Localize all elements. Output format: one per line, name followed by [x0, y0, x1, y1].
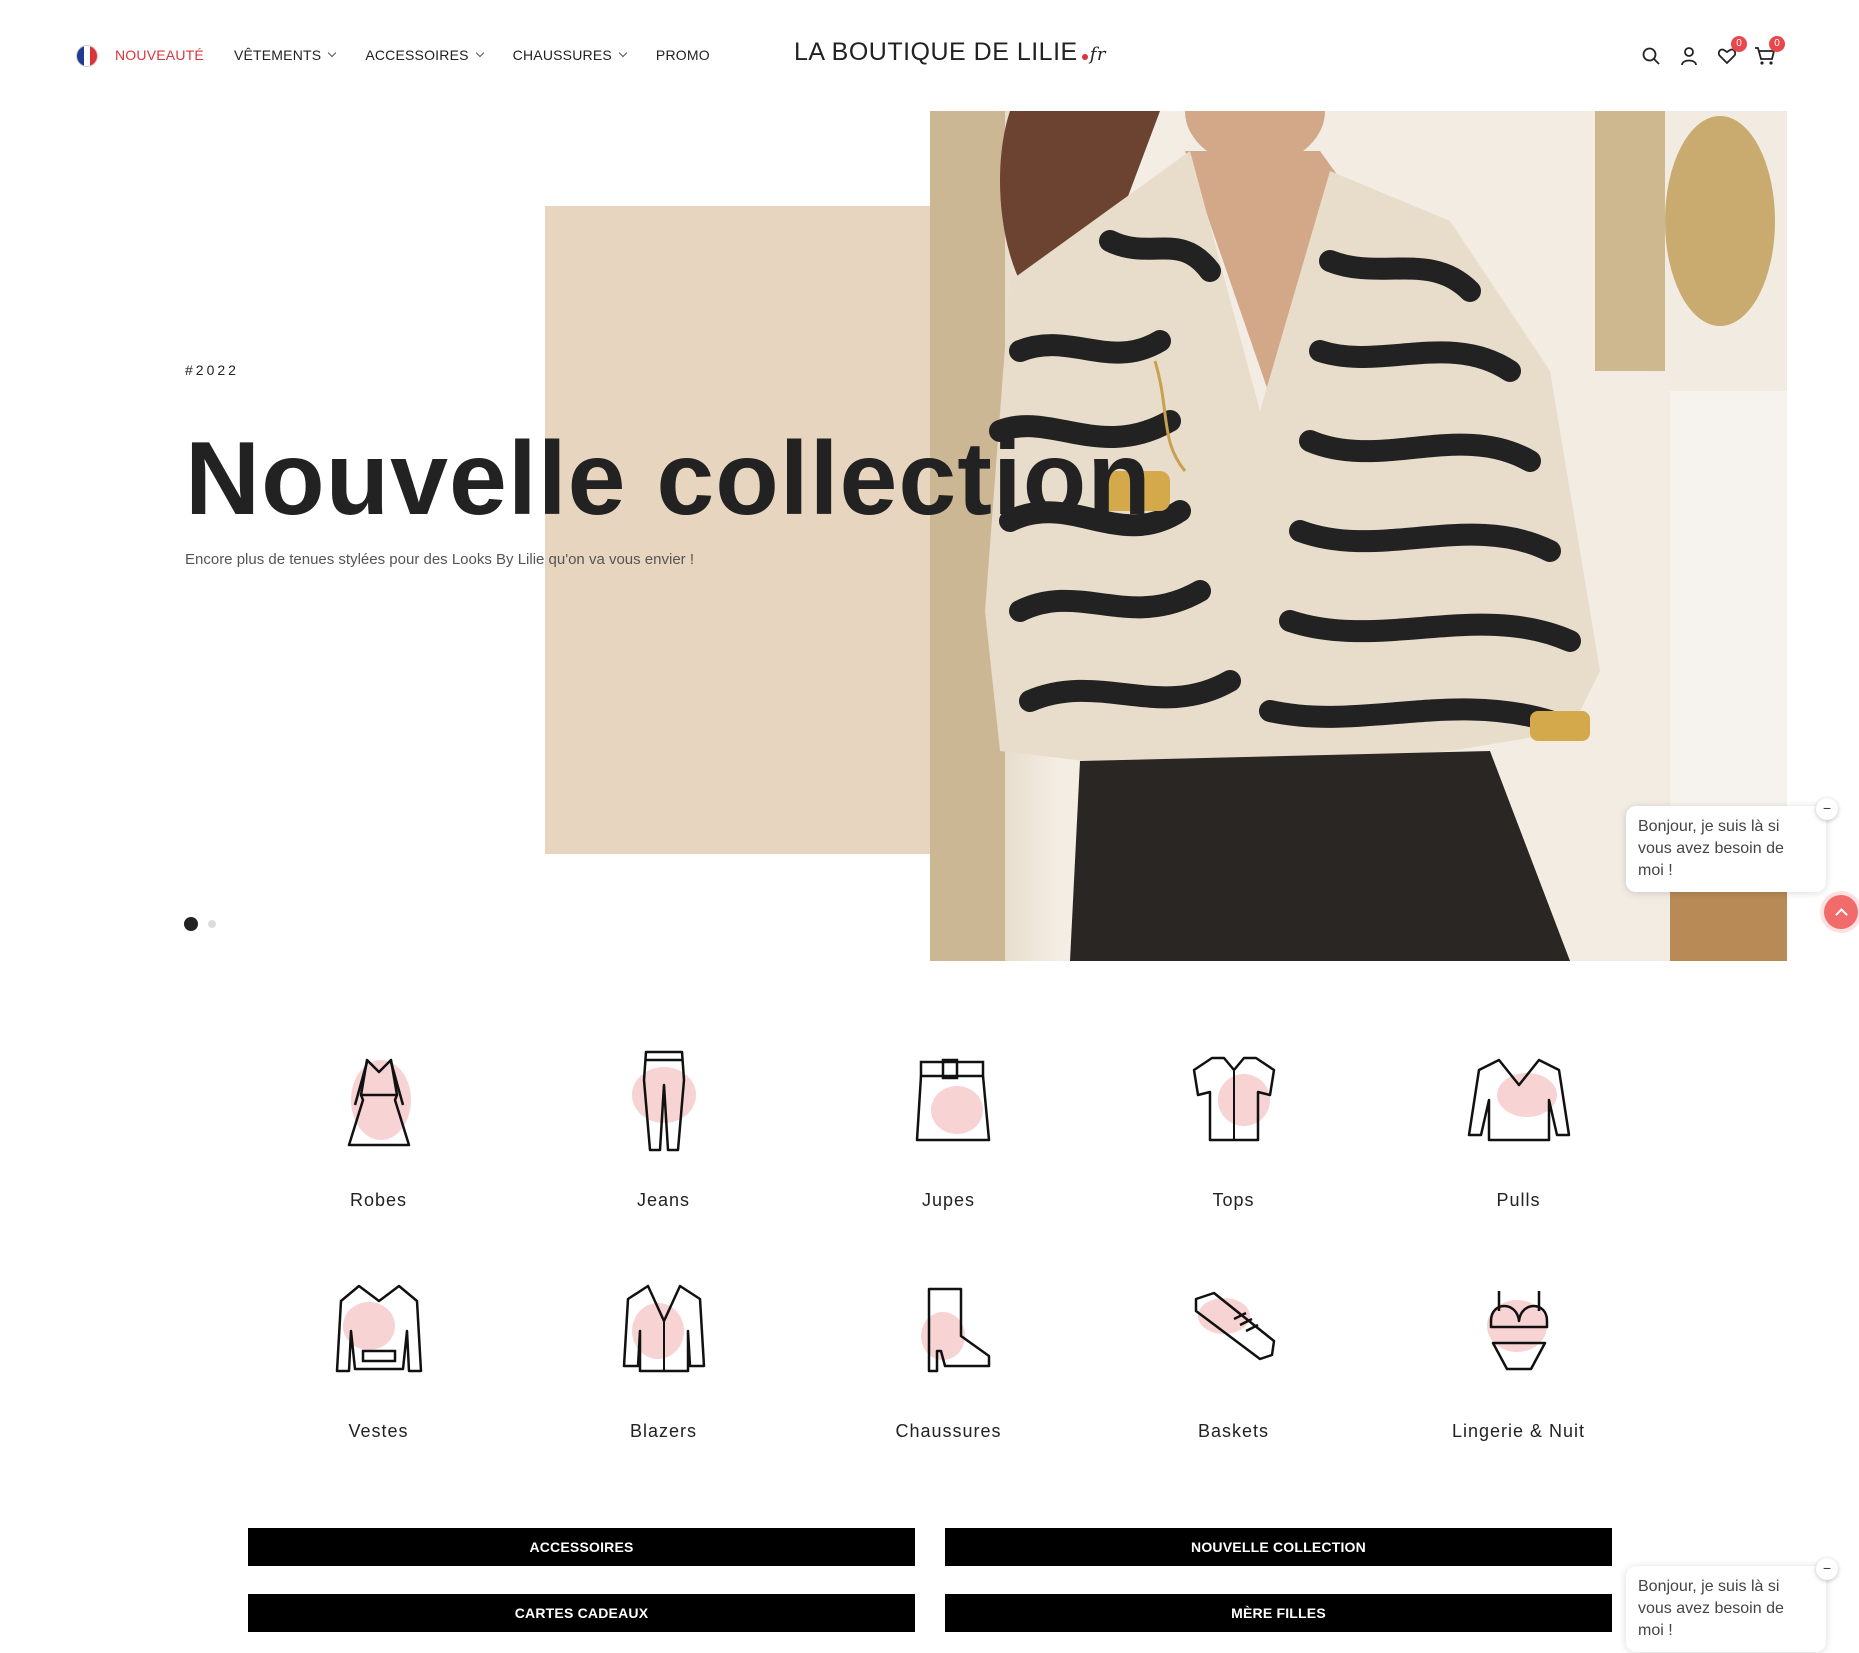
- category-robes[interactable]: Robes: [236, 1040, 521, 1211]
- slider-dot[interactable]: [208, 920, 216, 928]
- category-label: Chaussures: [895, 1421, 1002, 1441]
- category-label: Jeans: [636, 1190, 691, 1210]
- nav-item-promo[interactable]: PROMO: [656, 47, 710, 63]
- category-label: Pulls: [1496, 1190, 1541, 1210]
- category-grid: Robes Jeans Jupes Tops Pulls Vestes Blaz…: [236, 1040, 1661, 1442]
- category-label: Jupes: [921, 1190, 976, 1210]
- chevron-down-icon: [328, 48, 337, 58]
- category-label: Lingerie & Nuit: [1451, 1421, 1586, 1441]
- nouvelle-collection-button[interactable]: NOUVELLE COLLECTION: [945, 1528, 1612, 1566]
- category-lingerie-nuit[interactable]: Lingerie & Nuit: [1376, 1271, 1661, 1442]
- chat-close-button[interactable]: −: [1816, 1558, 1838, 1580]
- category-blazers[interactable]: Blazers: [521, 1271, 806, 1442]
- cartes-cadeaux-button[interactable]: CARTES CADEAUX: [248, 1594, 915, 1632]
- chevron-up-icon: [1834, 907, 1848, 921]
- logo-suffix: fr: [1089, 44, 1106, 65]
- category-label: Robes: [349, 1190, 408, 1210]
- category-baskets[interactable]: Baskets: [1091, 1271, 1376, 1442]
- chat-close-button[interactable]: −: [1816, 798, 1838, 820]
- nav-item-vetements[interactable]: VÊTEMENTS: [234, 47, 337, 63]
- chat-message: Bonjour, je suis là si vous avez besoin …: [1638, 1578, 1784, 1639]
- skirt-icon: [915, 1058, 990, 1142]
- hero-subtitle: Encore plus de tenues stylées pour des L…: [185, 551, 694, 568]
- category-pulls[interactable]: Pulls: [1376, 1040, 1661, 1211]
- nav-item-accessoires[interactable]: ACCESSOIRES: [365, 47, 484, 63]
- chevron-down-icon: [475, 48, 484, 58]
- nav-item-chaussures[interactable]: CHAUSSURES: [513, 47, 628, 63]
- header-icons: 0 0: [1627, 36, 1785, 70]
- category-jupes[interactable]: Jupes: [806, 1040, 1091, 1211]
- wishlist-count-badge: 0: [1731, 36, 1747, 52]
- main-nav: NOUVEAUTÉ VÊTEMENTS ACCESSOIRES CHAUSSUR…: [115, 47, 740, 63]
- sweater-icon: [1467, 1058, 1570, 1142]
- category-label: Blazers: [629, 1421, 698, 1441]
- chevron-down-icon: [618, 48, 628, 58]
- wishlist-icon[interactable]: 0: [1713, 36, 1747, 70]
- cart-count-badge: 0: [1769, 36, 1785, 52]
- nav-item-nouveaute[interactable]: NOUVEAUTÉ: [115, 47, 204, 63]
- french-flag-icon[interactable]: [76, 45, 98, 67]
- hero-hashtag: #2022: [185, 362, 239, 378]
- site-header: NOUVEAUTÉ VÊTEMENTS ACCESSOIRES CHAUSSUR…: [0, 0, 1859, 110]
- category-label: Tops: [1212, 1190, 1255, 1210]
- chat-message: Bonjour, je suis là si vous avez besoin …: [1638, 818, 1784, 879]
- category-chaussures[interactable]: Chaussures: [806, 1271, 1091, 1442]
- logo-dot: [1081, 54, 1088, 60]
- close-icon: −: [1822, 1560, 1832, 1576]
- category-label: Baskets: [1197, 1421, 1270, 1441]
- dress-icon: [347, 1058, 411, 1147]
- logo-text: LA BOUTIQUE DE LILIE: [794, 38, 1078, 66]
- lingerie-icon: [1486, 1291, 1548, 1371]
- jacket-icon: [335, 1284, 422, 1373]
- accessoires-button[interactable]: ACCESSOIRES: [248, 1528, 915, 1566]
- category-label: Vestes: [348, 1421, 409, 1441]
- cart-icon[interactable]: 0: [1751, 36, 1785, 70]
- hero-title: Nouvelle collection: [185, 421, 1152, 537]
- chat-bubble[interactable]: Bonjour, je suis là si vous avez besoin …: [1626, 798, 1838, 892]
- mere-filles-button[interactable]: MÈRE FILLES: [945, 1594, 1612, 1632]
- account-icon[interactable]: [1675, 42, 1703, 70]
- category-jeans[interactable]: Jeans: [521, 1040, 806, 1211]
- boot-icon: [920, 1287, 990, 1373]
- blazer-icon: [622, 1284, 705, 1373]
- chat-bubble[interactable]: Bonjour, je suis là si vous avez besoin …: [1626, 1558, 1838, 1652]
- category-vestes[interactable]: Vestes: [236, 1271, 521, 1442]
- slider-dots: [184, 917, 216, 931]
- sneaker-icon: [1194, 1291, 1275, 1361]
- jeans-icon: [631, 1050, 696, 1152]
- close-icon: −: [1822, 800, 1832, 816]
- top-icon: [1192, 1056, 1275, 1142]
- search-icon[interactable]: [1637, 42, 1665, 70]
- slider-dot-active[interactable]: [184, 917, 198, 931]
- category-tops[interactable]: Tops: [1091, 1040, 1376, 1211]
- scroll-to-top-button[interactable]: [1824, 895, 1858, 929]
- site-logo[interactable]: LA BOUTIQUE DE LILIE fr: [794, 38, 1106, 67]
